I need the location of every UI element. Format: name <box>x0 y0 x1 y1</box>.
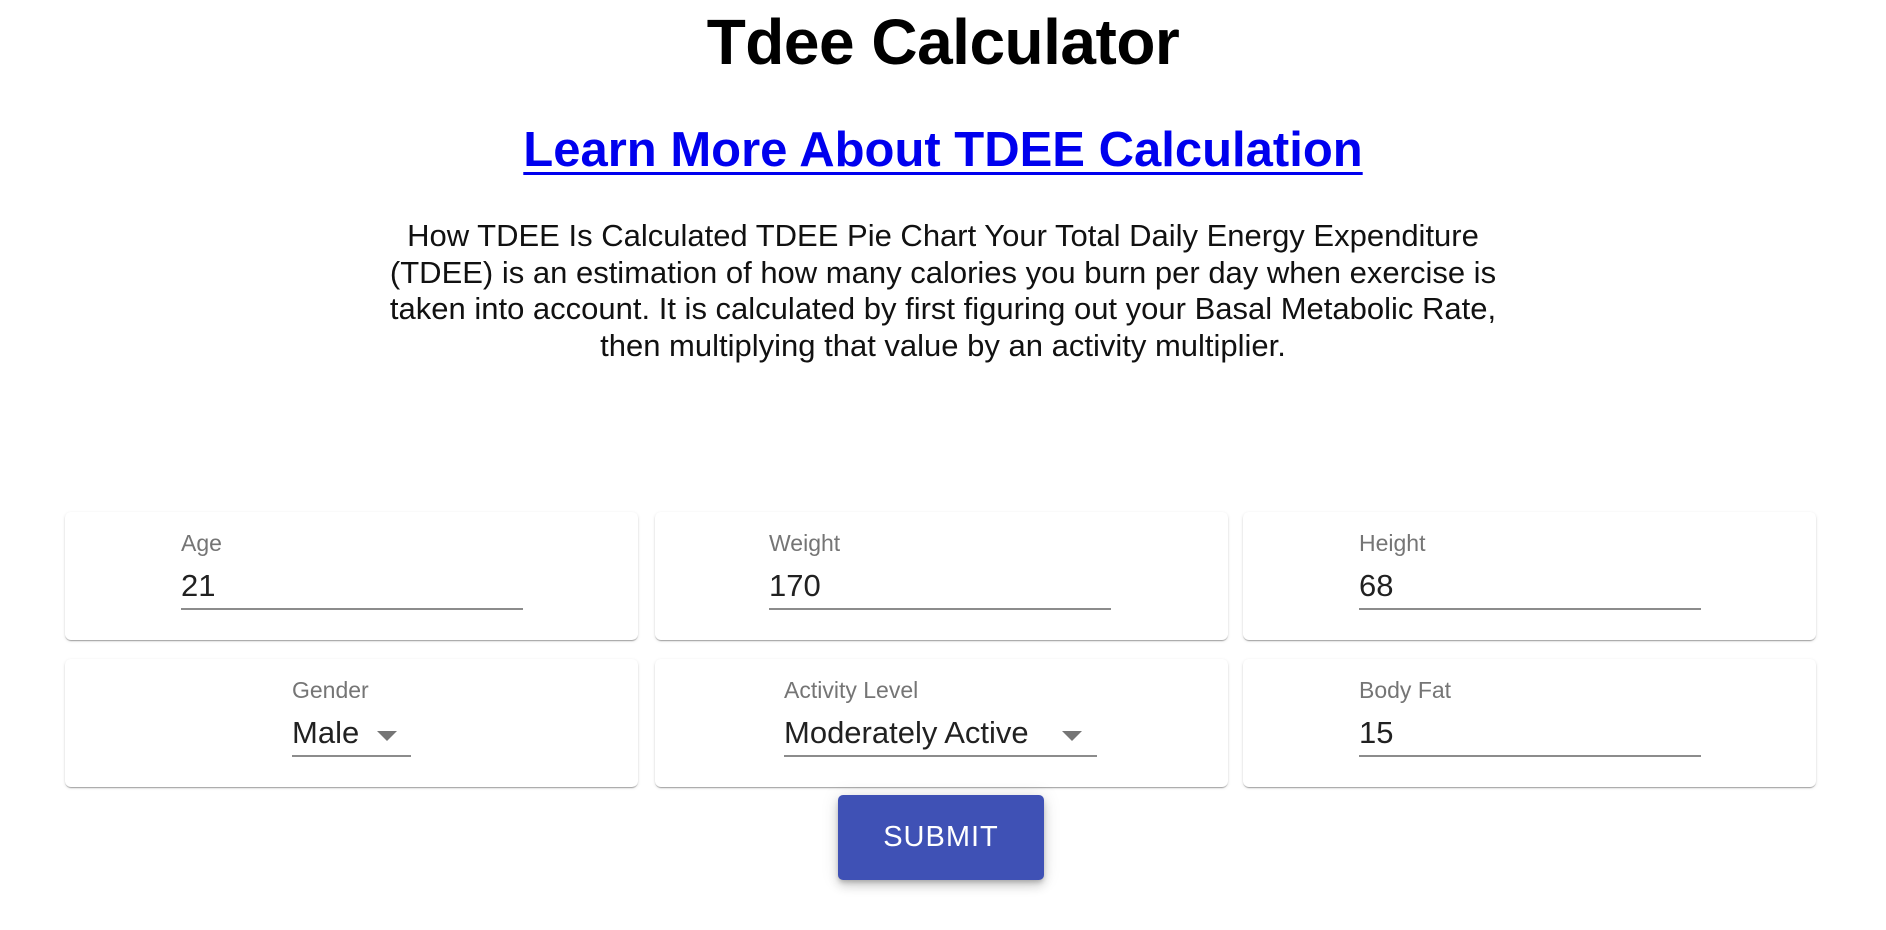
body-fat-label: Body Fat <box>1359 677 1452 703</box>
age-label: Age <box>181 530 222 556</box>
tdee-description: How TDEE Is Calculated TDEE Pie Chart Yo… <box>389 218 1497 363</box>
body-fat-underline <box>1359 755 1701 757</box>
age-underline <box>181 608 523 610</box>
learn-more-container: Learn More About TDEE Calculation <box>0 120 1886 180</box>
page-title: Tdee Calculator <box>706 6 1180 78</box>
height-label: Height <box>1359 530 1426 556</box>
weight-card: Weight 170 <box>655 512 1228 640</box>
weight-underline <box>769 608 1111 610</box>
body-fat-input[interactable]: 15 <box>1359 715 1393 751</box>
dropdown-arrow-icon[interactable] <box>377 731 397 741</box>
weight-input[interactable]: 170 <box>769 568 821 604</box>
height-card: Height 68 <box>1243 512 1816 640</box>
learn-more-link[interactable]: Learn More About TDEE Calculation <box>523 123 1362 177</box>
dropdown-arrow-icon[interactable] <box>1062 731 1082 741</box>
weight-label: Weight <box>769 530 841 556</box>
gender-underline <box>292 755 411 757</box>
activity-level-value[interactable]: Moderately Active <box>784 715 1029 751</box>
gender-label: Gender <box>292 677 369 703</box>
gender-value[interactable]: Male <box>292 715 359 751</box>
activity-level-underline <box>784 755 1097 757</box>
age-input[interactable]: 21 <box>181 568 215 604</box>
height-input[interactable]: 68 <box>1359 568 1393 604</box>
activity-level-card: Activity Level Moderately Active <box>655 659 1228 787</box>
gender-card: Gender Male <box>65 659 638 787</box>
height-underline <box>1359 608 1701 610</box>
activity-level-label: Activity Level <box>784 677 919 703</box>
body-fat-card: Body Fat 15 <box>1243 659 1816 787</box>
submit-button[interactable]: SUBMIT <box>838 795 1044 880</box>
age-card: Age 21 <box>65 512 638 640</box>
